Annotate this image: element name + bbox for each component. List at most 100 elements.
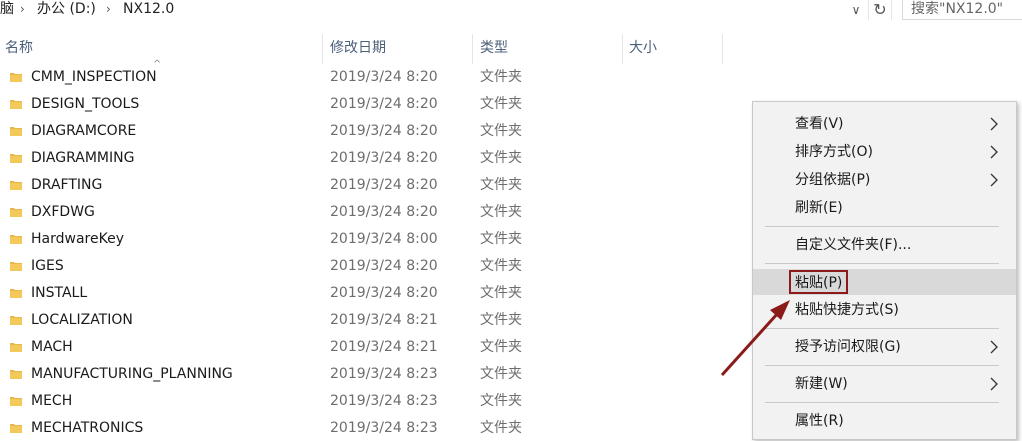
file-name: CMM_INSPECTION bbox=[31, 69, 157, 85]
column-type[interactable]: 类型 bbox=[480, 30, 508, 66]
menu-separator bbox=[765, 402, 999, 403]
column-name[interactable]: 名称 bbox=[5, 30, 33, 66]
file-name: IGES bbox=[31, 258, 64, 274]
file-date: 2019/3/24 8:20 bbox=[330, 285, 438, 301]
file-type: 文件夹 bbox=[480, 312, 522, 328]
menu-item-label: 刷新(E) bbox=[795, 200, 843, 216]
column-size[interactable]: 大小 bbox=[629, 30, 657, 66]
menu-item-give-access[interactable]: 授予访问权限(G) bbox=[753, 334, 1016, 360]
file-row[interactable]: INSTALL 2019/3/24 8:20 文件夹 bbox=[0, 280, 760, 307]
file-date: 2019/3/24 8:21 bbox=[330, 339, 438, 355]
menu-item-label: 新建(W) bbox=[795, 376, 848, 392]
menu-item-properties[interactable]: 属性(R) bbox=[753, 408, 1016, 434]
file-type: 文件夹 bbox=[480, 366, 522, 382]
file-row[interactable]: DESIGN_TOOLS 2019/3/24 8:20 文件夹 bbox=[0, 91, 760, 118]
folder-icon bbox=[10, 181, 22, 190]
file-type: 文件夹 bbox=[480, 69, 522, 85]
breadcrumb-drive[interactable]: 办公 (D:) bbox=[37, 0, 96, 20]
folder-icon bbox=[10, 235, 22, 244]
folder-icon bbox=[10, 289, 22, 298]
file-date: 2019/3/24 8:20 bbox=[330, 123, 438, 139]
file-type: 文件夹 bbox=[480, 285, 522, 301]
breadcrumb-folder[interactable]: NX12.0 bbox=[123, 0, 174, 20]
menu-item-group[interactable]: 分组依据(P) bbox=[753, 167, 1016, 193]
file-name: INSTALL bbox=[31, 285, 88, 301]
menu-item-refresh[interactable]: 刷新(E) bbox=[753, 195, 1016, 221]
column-divider[interactable] bbox=[622, 34, 623, 64]
file-date: 2019/3/24 8:23 bbox=[330, 366, 438, 382]
file-date: 2019/3/24 8:20 bbox=[330, 150, 438, 166]
menu-item-new[interactable]: 新建(W) bbox=[753, 371, 1016, 397]
menu-item-paste-shortcut[interactable]: 粘贴快捷方式(S) bbox=[753, 297, 1016, 323]
file-date: 2019/3/24 8:23 bbox=[330, 393, 438, 409]
breadcrumb-separator-icon: › bbox=[106, 2, 111, 16]
file-date: 2019/3/24 8:20 bbox=[330, 69, 438, 85]
file-type: 文件夹 bbox=[480, 339, 522, 355]
column-header: 名称 ^ 修改日期 类型 大小 bbox=[0, 30, 1022, 70]
menu-item-label: 自定义文件夹(F)... bbox=[795, 237, 912, 253]
menu-item-sort[interactable]: 排序方式(O) bbox=[753, 139, 1016, 165]
file-name: DESIGN_TOOLS bbox=[31, 96, 140, 112]
file-type: 文件夹 bbox=[480, 393, 522, 409]
menu-item-label: 分组依据(P) bbox=[795, 172, 871, 188]
file-date: 2019/3/24 8:23 bbox=[330, 420, 438, 436]
context-menu: 查看(V) 排序方式(O) 分组依据(P) 刷新(E) 自定义文件夹(F)...… bbox=[752, 101, 1017, 440]
file-date: 2019/3/24 8:20 bbox=[330, 258, 438, 274]
file-row[interactable]: HardwareKey 2019/3/24 8:00 文件夹 bbox=[0, 226, 760, 253]
menu-separator bbox=[765, 328, 999, 329]
file-name: DXFDWG bbox=[31, 204, 95, 220]
file-row[interactable]: LOCALIZATION 2019/3/24 8:21 文件夹 bbox=[0, 307, 760, 334]
file-row[interactable]: DXFDWG 2019/3/24 8:20 文件夹 bbox=[0, 199, 760, 226]
menu-separator bbox=[765, 263, 999, 264]
file-row[interactable]: DRAFTING 2019/3/24 8:20 文件夹 bbox=[0, 172, 760, 199]
folder-icon bbox=[10, 397, 22, 406]
file-date: 2019/3/24 8:21 bbox=[330, 312, 438, 328]
file-type: 文件夹 bbox=[480, 177, 522, 193]
file-row[interactable]: MACH 2019/3/24 8:21 文件夹 bbox=[0, 334, 760, 361]
file-type: 文件夹 bbox=[480, 96, 522, 112]
menu-item-view[interactable]: 查看(V) bbox=[753, 111, 1016, 137]
file-row[interactable]: MECH 2019/3/24 8:23 文件夹 bbox=[0, 388, 760, 415]
column-divider[interactable] bbox=[472, 34, 473, 64]
column-date[interactable]: 修改日期 bbox=[330, 30, 386, 66]
column-divider[interactable] bbox=[322, 34, 323, 64]
chevron-right-icon bbox=[990, 173, 998, 187]
search-input[interactable]: 搜索"NX12.0" bbox=[902, 0, 1022, 20]
breadcrumb-separator-icon: › bbox=[20, 2, 25, 16]
folder-icon bbox=[10, 73, 22, 82]
chevron-right-icon bbox=[990, 377, 998, 391]
file-name: MECH bbox=[31, 393, 73, 409]
explorer-window: 脑 › 办公 (D:) › NX12.0 ∨ ↻ 搜索"NX12.0" 名称 ^… bbox=[0, 0, 1022, 441]
menu-separator bbox=[765, 226, 999, 227]
file-type: 文件夹 bbox=[480, 150, 522, 166]
file-name: MACH bbox=[31, 339, 73, 355]
file-row[interactable]: MECHATRONICS 2019/3/24 8:23 文件夹 bbox=[0, 415, 760, 441]
menu-item-label: 排序方式(O) bbox=[795, 144, 873, 160]
file-row[interactable]: MANUFACTURING_PLANNING 2019/3/24 8:23 文件… bbox=[0, 361, 760, 388]
folder-icon bbox=[10, 316, 22, 325]
chevron-right-icon bbox=[990, 145, 998, 159]
folder-icon bbox=[10, 208, 22, 217]
file-row[interactable]: DIAGRAMMING 2019/3/24 8:20 文件夹 bbox=[0, 145, 760, 172]
column-divider[interactable] bbox=[722, 34, 723, 64]
folder-icon bbox=[10, 343, 22, 352]
menu-item-paste[interactable]: 粘贴(P) bbox=[753, 269, 1016, 295]
file-date: 2019/3/24 8:20 bbox=[330, 204, 438, 220]
file-name: DIAGRAMMING bbox=[31, 150, 135, 166]
file-row[interactable]: CMM_INSPECTION 2019/3/24 8:20 文件夹 bbox=[0, 64, 760, 91]
file-row[interactable]: DIAGRAMCORE 2019/3/24 8:20 文件夹 bbox=[0, 118, 760, 145]
file-row[interactable]: IGES 2019/3/24 8:20 文件夹 bbox=[0, 253, 760, 280]
address-dropdown-icon[interactable]: ∨ bbox=[848, 2, 864, 18]
file-type: 文件夹 bbox=[480, 123, 522, 139]
folder-icon bbox=[10, 262, 22, 271]
address-bar[interactable]: 脑 › 办公 (D:) › NX12.0 ∨ ↻ 搜索"NX12.0" bbox=[0, 0, 1022, 22]
menu-item-customize-folder[interactable]: 自定义文件夹(F)... bbox=[753, 232, 1016, 258]
menu-item-label: 粘贴快捷方式(S) bbox=[795, 302, 899, 318]
file-name: DIAGRAMCORE bbox=[31, 123, 137, 139]
file-date: 2019/3/24 8:00 bbox=[330, 231, 438, 247]
file-type: 文件夹 bbox=[480, 258, 522, 274]
folder-icon bbox=[10, 370, 22, 379]
refresh-icon[interactable]: ↻ bbox=[868, 0, 892, 20]
file-name: MANUFACTURING_PLANNING bbox=[31, 366, 233, 382]
breadcrumb-prefix[interactable]: 脑 bbox=[0, 0, 14, 20]
